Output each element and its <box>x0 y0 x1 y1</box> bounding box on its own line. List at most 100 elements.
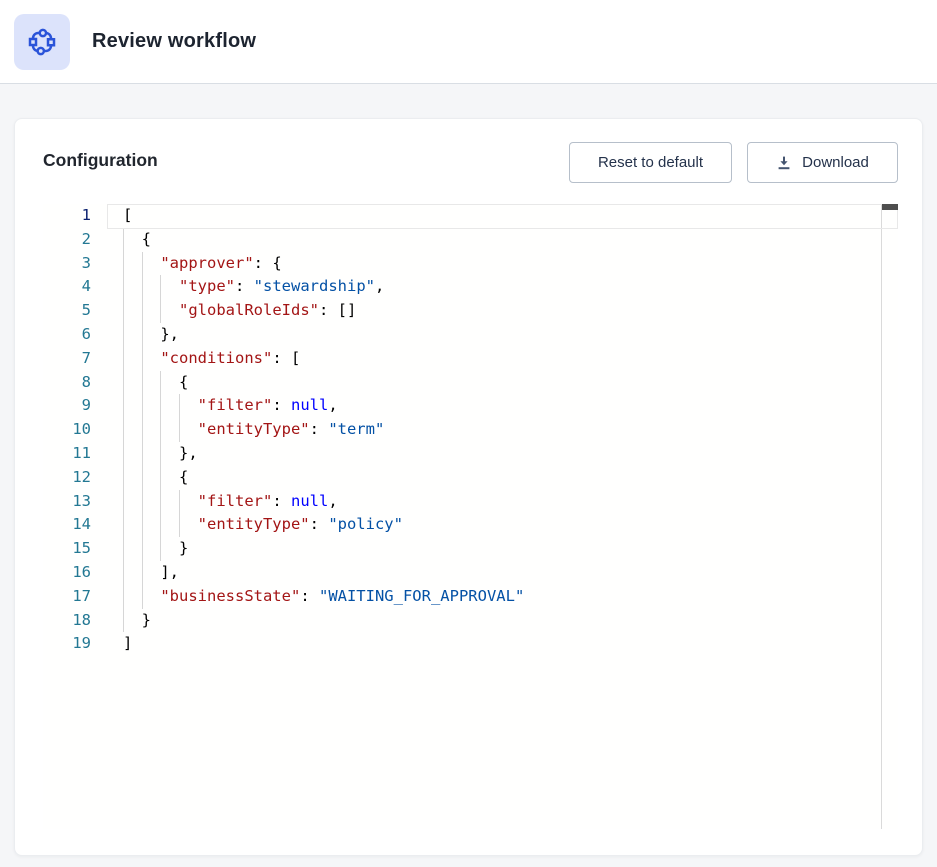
indent-guide-line <box>123 347 124 371</box>
indent-guide-line <box>123 442 124 466</box>
indent-guide-line <box>179 513 180 537</box>
indent-guide-line <box>123 537 124 561</box>
line-number: 13 <box>43 490 91 514</box>
line-number: 17 <box>43 585 91 609</box>
indent-guide-line <box>123 585 124 609</box>
indent-guide-line <box>160 442 161 466</box>
indent-guide-line <box>123 466 124 490</box>
indent-guide-line <box>123 513 124 537</box>
line-number: 6 <box>43 323 91 347</box>
reset-to-default-label: Reset to default <box>598 154 703 171</box>
indent-guide-line <box>123 371 124 395</box>
editor-overview-ruler <box>881 204 882 829</box>
line-number: 2 <box>43 228 91 252</box>
indent-guide-line <box>160 371 161 395</box>
indent-guide-line <box>160 537 161 561</box>
indent-guide-line <box>160 466 161 490</box>
indent-guide-line <box>123 609 124 633</box>
indent-guide-line <box>142 299 143 323</box>
indent-guide-line <box>123 252 124 276</box>
indent-guide-line <box>123 490 124 514</box>
line-number: 16 <box>43 561 91 585</box>
code-line[interactable]: } <box>123 537 898 561</box>
indent-guide-line <box>123 418 124 442</box>
indent-guide-line <box>142 275 143 299</box>
indent-guide-line <box>160 394 161 418</box>
indent-guide-line <box>142 561 143 585</box>
download-button[interactable]: Download <box>747 142 898 183</box>
code-line[interactable]: "approver": { <box>123 252 898 276</box>
configuration-card: Configuration Reset to default Download … <box>14 118 923 856</box>
line-number: 12 <box>43 466 91 490</box>
code-line[interactable]: ], <box>123 561 898 585</box>
indent-guide-line <box>142 442 143 466</box>
indent-guide-line <box>123 275 124 299</box>
code-line[interactable]: [ <box>123 204 898 228</box>
code-line[interactable]: }, <box>123 442 898 466</box>
indent-guide-line <box>179 394 180 418</box>
indent-guide-line <box>160 513 161 537</box>
indent-guide-line <box>123 561 124 585</box>
indent-guide-line <box>123 323 124 347</box>
indent-guide-line <box>142 513 143 537</box>
indent-guide-line <box>142 323 143 347</box>
indent-guide-line <box>142 466 143 490</box>
card-title: Configuration <box>43 150 158 171</box>
indent-guide-line <box>179 490 180 514</box>
indent-guide-line <box>123 228 124 252</box>
code-line[interactable]: "entityType": "policy" <box>123 513 898 537</box>
indent-guide-line <box>123 394 124 418</box>
page-title: Review workflow <box>92 30 256 53</box>
download-label: Download <box>802 154 869 171</box>
indent-guide-line <box>160 275 161 299</box>
code-line[interactable]: { <box>123 466 898 490</box>
reset-to-default-button[interactable]: Reset to default <box>569 142 732 183</box>
code-editor[interactable]: 12345678910111213141516171819 [ { "appro… <box>43 204 898 829</box>
code-line[interactable]: "filter": null, <box>123 490 898 514</box>
code-line[interactable]: "globalRoleIds": [] <box>123 299 898 323</box>
line-number: 3 <box>43 252 91 276</box>
code-line[interactable]: "type": "stewardship", <box>123 275 898 299</box>
code-line[interactable]: { <box>123 371 898 395</box>
line-number: 7 <box>43 347 91 371</box>
line-number: 8 <box>43 371 91 395</box>
code-line[interactable]: "businessState": "WAITING_FOR_APPROVAL" <box>123 585 898 609</box>
line-number: 14 <box>43 513 91 537</box>
line-number: 11 <box>43 442 91 466</box>
indent-guide-line <box>160 418 161 442</box>
line-number: 4 <box>43 275 91 299</box>
indent-guide-line <box>160 490 161 514</box>
indent-guide-line <box>179 418 180 442</box>
line-number: 19 <box>43 632 91 656</box>
line-number: 1 <box>43 204 91 228</box>
line-number: 5 <box>43 299 91 323</box>
code-content[interactable]: [ { "approver": { "type": "stewardship",… <box>107 204 898 829</box>
line-numbers: 12345678910111213141516171819 <box>43 204 107 829</box>
indent-guide-line <box>142 347 143 371</box>
line-number: 10 <box>43 418 91 442</box>
code-line[interactable]: ] <box>123 632 898 656</box>
indent-guide-line <box>142 418 143 442</box>
indent-guide-line <box>142 252 143 276</box>
code-line[interactable]: } <box>123 609 898 633</box>
indent-guide-line <box>142 537 143 561</box>
indent-guide-line <box>123 299 124 323</box>
download-icon <box>776 155 792 171</box>
indent-guide-line <box>142 371 143 395</box>
indent-guide-line <box>142 585 143 609</box>
line-number: 9 <box>43 394 91 418</box>
indent-guide-line <box>160 299 161 323</box>
scrollbar-thumb[interactable] <box>882 204 898 210</box>
app-header: Review workflow <box>0 0 937 84</box>
indent-guide-line <box>142 490 143 514</box>
line-number: 15 <box>43 537 91 561</box>
code-line[interactable]: { <box>123 228 898 252</box>
code-lines: [ { "approver": { "type": "stewardship",… <box>123 204 898 656</box>
line-number: 18 <box>43 609 91 633</box>
workflow-icon <box>14 14 70 70</box>
code-line[interactable]: "conditions": [ <box>123 347 898 371</box>
code-line[interactable]: "filter": null, <box>123 394 898 418</box>
indent-guide-line <box>142 394 143 418</box>
code-line[interactable]: }, <box>123 323 898 347</box>
code-line[interactable]: "entityType": "term" <box>123 418 898 442</box>
